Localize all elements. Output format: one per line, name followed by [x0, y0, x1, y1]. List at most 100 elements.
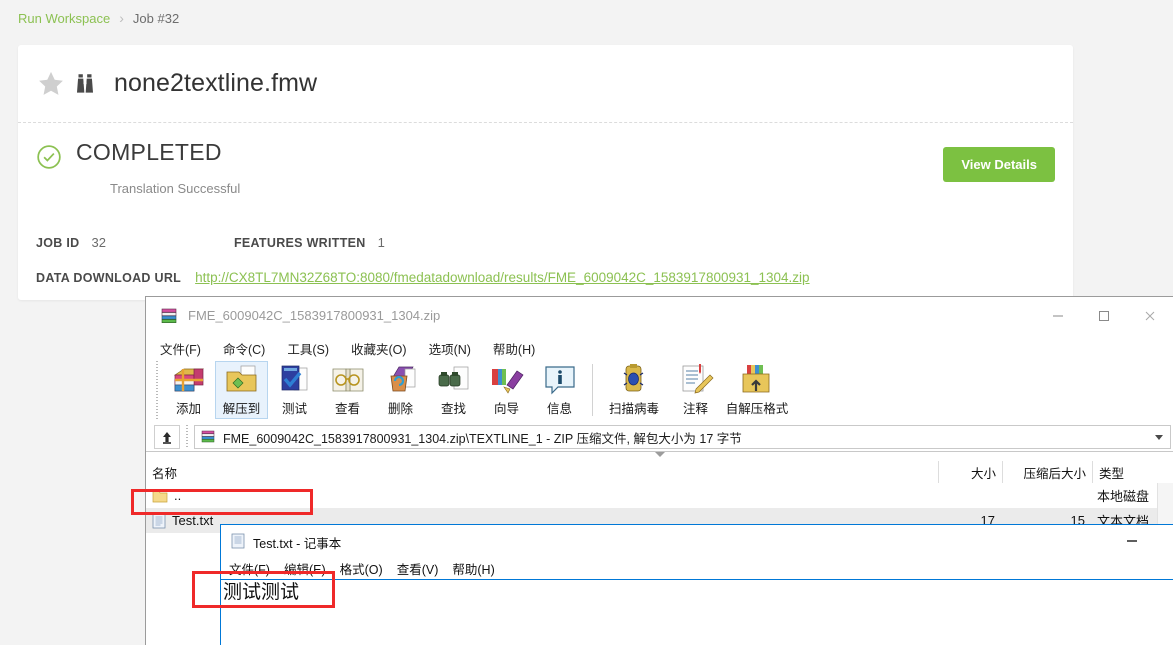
toolbar-info-label: 信息 [546, 402, 572, 416]
notepad-title: Test.txt - 记事本 [253, 537, 342, 551]
info-icon [544, 366, 575, 395]
workspace-title: none2textline.fmw [114, 69, 318, 97]
chevron-down-icon[interactable] [1155, 435, 1163, 440]
winrar-maximize-button[interactable] [1081, 297, 1127, 335]
features-written-label: FEATURES WRITTEN [233, 236, 366, 250]
winrar-toolbar: 添加 解压到 测试 查看 删除 查找 向导 信息 扫描病毒 注释 自解压格式 [146, 361, 1173, 423]
notepad-menu-edit[interactable]: 编辑(E) [284, 559, 326, 578]
toolbar-extract-to-label: 解压到 [222, 402, 261, 416]
notepad-text-area[interactable]: 测试测试 [221, 579, 1173, 645]
folder-up-icon [152, 490, 168, 502]
check-circle-icon [37, 145, 61, 169]
file-name-cell: .. [146, 488, 939, 503]
winrar-title: FME_6009042C_1583917800931_1304.zip [188, 308, 441, 323]
find-icon [438, 366, 468, 390]
winrar-menu-options[interactable]: 选项(N) [429, 339, 471, 358]
toolbar-add-button[interactable]: 添加 [162, 361, 215, 419]
breadcrumb: Run Workspace › Job #32 [18, 10, 179, 26]
toolbar-info-button[interactable]: 信息 [533, 361, 586, 419]
wizard-icon [491, 369, 523, 394]
column-header-name[interactable]: 名称 [146, 461, 939, 483]
notepad-menu-help[interactable]: 帮助(H) [452, 559, 494, 578]
chevron-down-icon [654, 452, 665, 457]
path-archive-icon [201, 430, 215, 443]
winrar-menu-commands[interactable]: 命令(C) [223, 339, 265, 358]
toolbar-sfx-button[interactable]: 自解压格式 [722, 361, 792, 419]
address-bar-grip[interactable] [184, 425, 190, 449]
toolbar-grip[interactable] [154, 361, 160, 419]
file-name-text: Test.txt [172, 513, 214, 528]
star-icon[interactable] [36, 69, 66, 99]
download-url-link[interactable]: http://CX8TL7MN32Z68TO:8080/fmedatadownl… [195, 270, 809, 285]
winrar-path-text: FME_6009042C_1583917800931_1304.zip\TEXT… [223, 431, 742, 446]
status-block: COMPLETED [36, 140, 222, 170]
download-url-row: DATA DOWNLOAD URL http://CX8TL7MN32Z68TO… [36, 270, 810, 285]
toolbar-view-button[interactable]: 查看 [321, 361, 374, 419]
toolbar-delete-label: 删除 [387, 402, 413, 416]
column-header-type[interactable]: 类型 [1093, 461, 1173, 483]
test-archive-icon [281, 365, 307, 391]
delete-icon [390, 366, 415, 392]
notepad-minimize-button[interactable] [1109, 525, 1155, 557]
toolbar-find-label: 查找 [440, 402, 466, 416]
virus-scan-icon [623, 364, 644, 392]
notepad-icon [231, 533, 245, 549]
column-header-size[interactable]: 大小 [939, 461, 1003, 483]
winrar-path-combo[interactable]: FME_6009042C_1583917800931_1304.zip\TEXT… [194, 425, 1171, 449]
breadcrumb-run-workspace[interactable]: Run Workspace [18, 11, 110, 26]
up-one-level-icon [160, 430, 174, 444]
view-details-button[interactable]: View Details [943, 147, 1055, 182]
notepad-menu-view[interactable]: 查看(V) [397, 559, 439, 578]
job-meta-row: JOB ID 32 FEATURES WRITTEN 1 [36, 235, 385, 250]
toolbar-comment-label: 注释 [682, 402, 708, 416]
features-written-value: 1 [377, 235, 385, 250]
text-file-icon [152, 513, 166, 528]
extract-to-icon [226, 365, 256, 392]
status-label: COMPLETED [76, 139, 222, 165]
toolbar-delete-button[interactable]: 删除 [374, 361, 427, 419]
job-summary-card: none2textline.fmw COMPLETED Translation … [18, 45, 1073, 300]
up-one-level-button[interactable] [154, 425, 180, 449]
toolbar-test-button[interactable]: 测试 [268, 361, 321, 419]
card-header: none2textline.fmw [18, 45, 1073, 123]
breadcrumb-current-job: Job #32 [132, 10, 180, 26]
winrar-menu-tools[interactable]: 工具(S) [287, 339, 329, 358]
winrar-archive-icon [161, 308, 177, 324]
toolbar-wizard-button[interactable]: 向导 [480, 361, 533, 419]
notepad-menu-format[interactable]: 格式(O) [340, 559, 383, 578]
winrar-address-bar: FME_6009042C_1583917800931_1304.zip\TEXT… [146, 423, 1173, 451]
list-splitter[interactable] [146, 452, 1173, 461]
add-archive-icon [173, 368, 204, 392]
column-header-packed[interactable]: 压缩后大小 [1003, 461, 1093, 483]
toolbar-view-label: 查看 [334, 402, 360, 416]
winrar-menu-help[interactable]: 帮助(H) [493, 339, 535, 358]
job-id-value: 32 [91, 235, 106, 250]
toolbar-find-button[interactable]: 查找 [427, 361, 480, 419]
toolbar-comment-button[interactable]: 注释 [669, 361, 722, 419]
winrar-menubar: 文件(F) 命令(C) 工具(S) 收藏夹(O) 选项(N) 帮助(H) [146, 335, 1173, 361]
status-sublabel: Translation Successful [110, 181, 241, 196]
toolbar-add-label: 添加 [175, 402, 201, 416]
notepad-titlebar[interactable]: Test.txt - 记事本 [221, 525, 1173, 557]
toolbar-sfx-label: 自解压格式 [725, 402, 789, 416]
winrar-minimize-button[interactable] [1035, 297, 1081, 335]
comment-icon [682, 364, 713, 394]
binoculars-icon[interactable] [72, 71, 98, 97]
toolbar-wizard-label: 向导 [493, 402, 519, 416]
winrar-close-button[interactable] [1127, 297, 1173, 335]
table-row[interactable]: .. 本地磁盘 [146, 483, 1173, 508]
notepad-window: Test.txt - 记事本 文件(F) 编辑(E) 格式(O) 查看(V) 帮… [220, 524, 1173, 645]
toolbar-virus-scan-button[interactable]: 扫描病毒 [599, 361, 669, 419]
notepad-menubar: 文件(F) 编辑(E) 格式(O) 查看(V) 帮助(H) [221, 557, 1173, 579]
view-file-icon [332, 368, 363, 392]
notepad-menu-file[interactable]: 文件(F) [229, 559, 270, 578]
winrar-menu-file[interactable]: 文件(F) [160, 339, 201, 358]
notepad-content: 测试测试 [223, 581, 300, 603]
winrar-titlebar[interactable]: FME_6009042C_1583917800931_1304.zip [146, 297, 1173, 335]
winrar-window-controls [1035, 297, 1173, 335]
winrar-menu-favorites[interactable]: 收藏夹(O) [351, 339, 407, 358]
file-name-text: .. [174, 488, 182, 503]
toolbar-extract-to-button[interactable]: 解压到 [215, 361, 268, 419]
file-list-header: 名称 大小 压缩后大小 类型 [146, 461, 1173, 483]
download-url-label: DATA DOWNLOAD URL [36, 271, 182, 285]
